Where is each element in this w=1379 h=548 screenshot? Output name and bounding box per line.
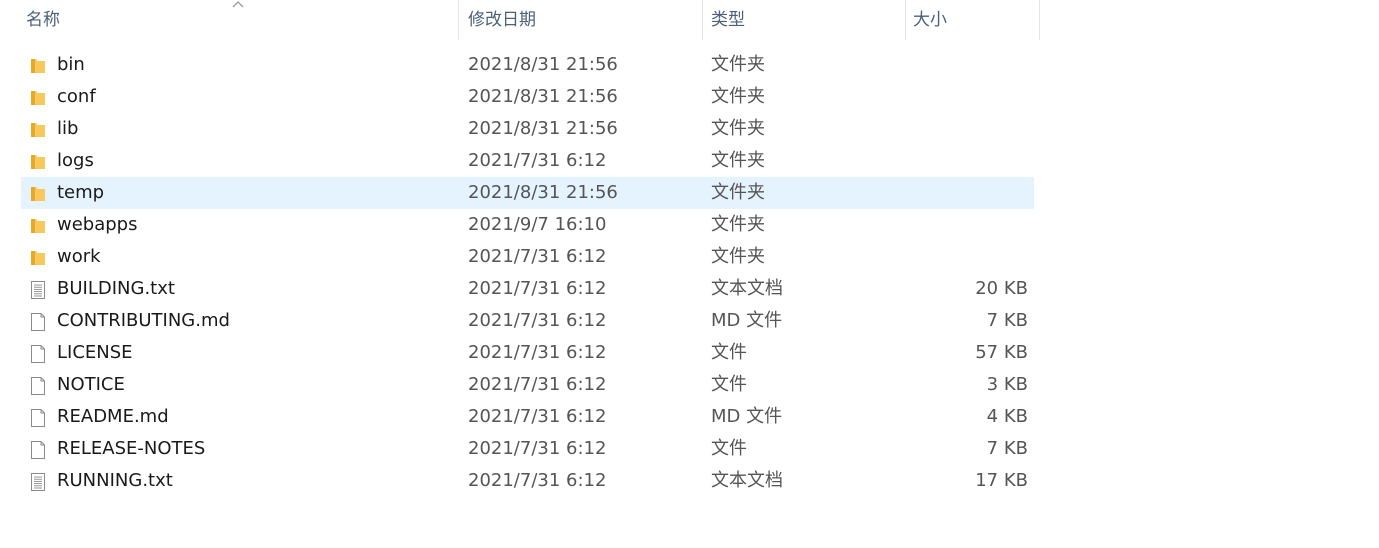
file-modified-date: 2021/7/31 6:12 [468, 406, 607, 427]
file-icon [29, 407, 47, 427]
file-modified-date: 2021/7/31 6:12 [468, 342, 607, 363]
column-header-modified[interactable]: 修改日期 [462, 0, 702, 40]
folder-icon [29, 87, 47, 107]
file-modified-date: 2021/7/31 6:12 [468, 374, 607, 395]
file-explorer: 名称 修改日期 类型 大小 bin 2021/8/31 21:56 文件夹 conf 2… [0, 0, 1379, 548]
file-type: 文本文档 [711, 278, 783, 299]
folder-icon [29, 55, 47, 75]
file-modified-date: 2021/7/31 6:12 [468, 246, 607, 267]
file-modified-date: 2021/9/7 16:10 [468, 214, 607, 235]
file-modified-date: 2021/7/31 6:12 [468, 278, 607, 299]
column-divider[interactable] [1039, 0, 1040, 40]
file-modified-date: 2021/7/31 6:12 [468, 150, 607, 171]
file-type: 文件 [711, 342, 747, 363]
folder-icon [29, 247, 47, 267]
file-list: bin 2021/8/31 21:56 文件夹 conf 2021/8/31 21:56… [21, 49, 1034, 497]
file-modified-date: 2021/7/31 6:12 [468, 438, 607, 459]
file-row[interactable]: README.md 2021/7/31 6:12 MD 文件 4 KB [21, 401, 1034, 433]
file-size: 4 KB [986, 406, 1028, 427]
text-file-icon [29, 279, 47, 299]
file-row[interactable]: webapps 2021/9/7 16:10 文件夹 [21, 209, 1034, 241]
file-name: bin [57, 54, 85, 75]
file-name: lib [57, 118, 79, 139]
column-header-type[interactable]: 类型 [705, 0, 905, 40]
file-name: RELEASE-NOTES [57, 438, 206, 459]
file-name: NOTICE [57, 374, 125, 395]
folder-icon [29, 215, 47, 235]
file-type: 文件夹 [711, 86, 765, 107]
column-header-name[interactable]: 名称 [20, 0, 458, 40]
file-name: LICENSE [57, 342, 133, 363]
file-type: MD 文件 [711, 406, 783, 427]
folder-icon [29, 151, 47, 171]
file-type: 文件夹 [711, 54, 765, 75]
file-icon [29, 375, 47, 395]
file-type: 文件夹 [711, 182, 765, 203]
file-name: work [57, 246, 101, 267]
file-row[interactable]: lib 2021/8/31 21:56 文件夹 [21, 113, 1034, 145]
column-header: 名称 修改日期 类型 大小 [0, 0, 1040, 40]
file-row[interactable]: logs 2021/7/31 6:12 文件夹 [21, 145, 1034, 177]
file-name: temp [57, 182, 105, 203]
file-row[interactable]: LICENSE 2021/7/31 6:12 文件 57 KB [21, 337, 1034, 369]
file-size: 57 KB [975, 342, 1028, 363]
column-header-size[interactable]: 大小 [907, 0, 1040, 40]
file-row[interactable]: RELEASE-NOTES 2021/7/31 6:12 文件 7 KB [21, 433, 1034, 465]
file-modified-date: 2021/7/31 6:12 [468, 310, 607, 331]
column-divider[interactable] [905, 0, 906, 40]
file-name: logs [57, 150, 94, 171]
file-icon [29, 439, 47, 459]
file-modified-date: 2021/8/31 21:56 [468, 118, 618, 139]
file-size: 17 KB [975, 470, 1028, 491]
file-row[interactable]: conf 2021/8/31 21:56 文件夹 [21, 81, 1034, 113]
file-size: 7 KB [986, 438, 1028, 459]
file-type: 文件夹 [711, 150, 765, 171]
file-type: 文件夹 [711, 118, 765, 139]
file-name: README.md [57, 406, 169, 427]
file-row[interactable]: CONTRIBUTING.md 2021/7/31 6:12 MD 文件 7 KB [21, 305, 1034, 337]
file-type: 文本文档 [711, 470, 783, 491]
file-icon [29, 343, 47, 363]
file-type: 文件 [711, 438, 747, 459]
file-row[interactable]: RUNNING.txt 2021/7/31 6:12 文本文档 17 KB [21, 465, 1034, 497]
file-name: webapps [57, 214, 138, 235]
file-modified-date: 2021/7/31 6:12 [468, 470, 607, 491]
file-size: 7 KB [986, 310, 1028, 331]
file-row[interactable]: bin 2021/8/31 21:56 文件夹 [21, 49, 1034, 81]
file-row[interactable]: temp 2021/8/31 21:56 文件夹 [21, 177, 1034, 209]
folder-icon [29, 119, 47, 139]
file-row[interactable]: BUILDING.txt 2021/7/31 6:12 文本文档 20 KB [21, 273, 1034, 305]
file-modified-date: 2021/8/31 21:56 [468, 86, 618, 107]
column-divider[interactable] [458, 0, 459, 40]
file-row[interactable]: NOTICE 2021/7/31 6:12 文件 3 KB [21, 369, 1034, 401]
file-size: 20 KB [975, 278, 1028, 299]
file-name: CONTRIBUTING.md [57, 310, 230, 331]
file-type: 文件 [711, 374, 747, 395]
file-name: conf [57, 86, 96, 107]
file-name: RUNNING.txt [57, 470, 173, 491]
file-modified-date: 2021/8/31 21:56 [468, 182, 618, 203]
column-divider[interactable] [702, 0, 703, 40]
folder-icon [29, 183, 47, 203]
file-type: 文件夹 [711, 214, 765, 235]
file-size: 3 KB [986, 374, 1028, 395]
file-modified-date: 2021/8/31 21:56 [468, 54, 618, 75]
text-file-icon [29, 471, 47, 491]
file-row[interactable]: work 2021/7/31 6:12 文件夹 [21, 241, 1034, 273]
file-icon [29, 311, 47, 331]
file-name: BUILDING.txt [57, 278, 175, 299]
file-type: MD 文件 [711, 310, 783, 331]
file-type: 文件夹 [711, 246, 765, 267]
